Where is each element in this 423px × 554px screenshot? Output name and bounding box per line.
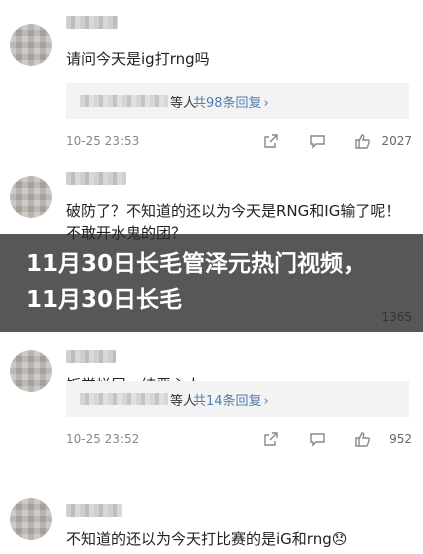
username-blurred[interactable] [66, 504, 122, 517]
video-title-overlay[interactable]: 11月30日长毛管泽元热门视频，11月30日长毛 [0, 234, 423, 332]
username-blurred[interactable] [66, 16, 118, 29]
username-blurred[interactable] [66, 172, 126, 185]
username-blurred[interactable] [66, 350, 116, 363]
view-replies-link[interactable]: 共98条回复 › [193, 92, 269, 111]
overlay-title: 11月30日长毛管泽元热门视频，11月30日长毛 [26, 251, 367, 313]
comment-icon[interactable] [308, 132, 326, 150]
reply-names-blurred [80, 393, 168, 405]
share-icon[interactable] [262, 132, 280, 150]
avatar[interactable] [10, 498, 52, 540]
like-count: 2027 [381, 134, 412, 148]
comment-date: 10-25 23:52 [66, 432, 140, 446]
thumbs-up-icon[interactable] [353, 430, 371, 448]
reply-names-blurred [80, 95, 168, 107]
comment-date: 10-25 23:53 [66, 134, 140, 148]
view-replies-link[interactable]: 共14条回复 › [193, 390, 269, 409]
comment-text: 请问今天是ig打rng吗 [66, 50, 210, 68]
comment-meta: 10-25 23:53 2027 [66, 132, 412, 152]
reply-summary[interactable]: 等人 共98条回复 › [66, 83, 409, 119]
avatar[interactable] [10, 350, 52, 392]
avatar[interactable] [10, 176, 52, 218]
comment-meta: 10-25 23:52 952 [66, 430, 412, 450]
chevron-right-icon: › [263, 96, 269, 111]
chevron-right-icon: › [263, 394, 269, 409]
share-icon[interactable] [262, 430, 280, 448]
reply-summary[interactable]: 等人 共14条回复 › [66, 381, 409, 417]
like-count: 952 [389, 432, 412, 446]
avatar[interactable] [10, 24, 52, 66]
thumbs-up-icon[interactable] [353, 132, 371, 150]
comment-icon[interactable] [308, 430, 326, 448]
comment-text: 不知道的还以为今天打比赛的是iG和rng😞 [66, 530, 348, 548]
